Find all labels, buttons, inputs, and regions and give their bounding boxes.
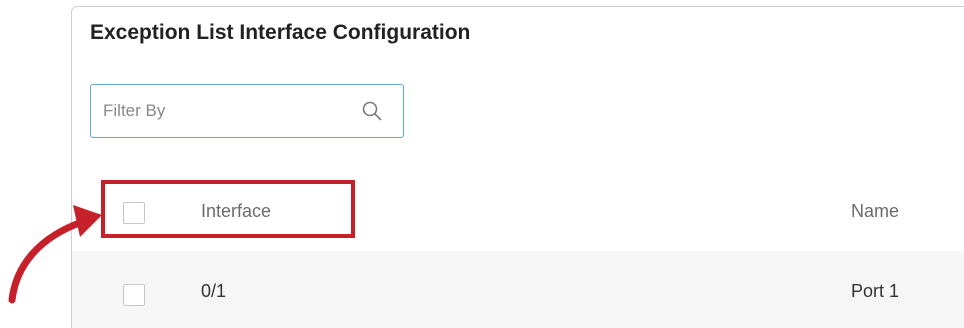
select-all-checkbox[interactable] [123,202,145,224]
panel-title: Exception List Interface Configuration [90,21,471,44]
row-name-cell: Port 1 [851,281,900,301]
table-row[interactable]: 0/1 Port 1 [72,251,964,328]
row-interface-cell: 0/1 [201,281,227,301]
screenshot-stage: Exception List Interface Configuration I… [0,0,964,328]
filter-box[interactable] [90,84,404,138]
exception-list-panel: Exception List Interface Configuration I… [71,6,964,328]
row-checkbox[interactable] [123,284,145,306]
search-icon[interactable] [361,100,383,122]
table-header: Interface Name [72,175,964,251]
column-header-name[interactable]: Name [851,201,899,222]
column-header-interface[interactable]: Interface [201,201,271,222]
filter-input[interactable] [103,95,343,127]
